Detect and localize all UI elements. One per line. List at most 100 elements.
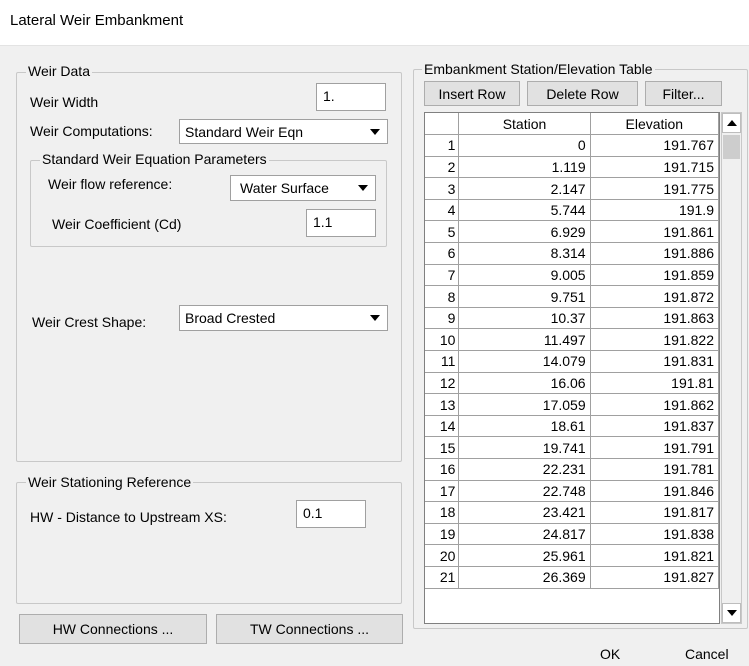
station-cell[interactable]: 26.369 [458, 566, 591, 589]
table-row[interactable]: 6 8.314 191.886 [425, 242, 719, 265]
station-cell[interactable]: 17.059 [458, 393, 591, 416]
table-row[interactable]: 2 1.119 191.715 [425, 156, 719, 179]
filter-button[interactable]: Filter... [645, 81, 722, 106]
elevation-cell[interactable]: 191.846 [590, 480, 719, 503]
elevation-cell[interactable]: 191.861 [590, 220, 719, 244]
elevation-cell[interactable]: 191.822 [590, 328, 719, 352]
station-cell[interactable]: 1.119 [458, 156, 591, 179]
weir-width-input[interactable]: 1. [316, 83, 386, 111]
station-cell[interactable]: 11.497 [458, 328, 591, 352]
elevation-cell[interactable]: 191.837 [590, 415, 719, 438]
station-cell[interactable]: 23.421 [458, 501, 591, 524]
station-cell[interactable]: 24.817 [458, 523, 591, 546]
station-cell[interactable]: 9.005 [458, 264, 591, 287]
weir-flow-reference-select[interactable]: Water Surface [230, 175, 376, 201]
elevation-cell[interactable]: 191.775 [590, 177, 719, 200]
std-weir-params-legend: Standard Weir Equation Parameters [40, 151, 269, 167]
weir-computations-value: Standard Weir Eqn [185, 124, 304, 140]
station-cell[interactable]: 14.079 [458, 350, 591, 373]
station-cell[interactable]: 22.231 [458, 458, 591, 481]
table-row[interactable]: 21 26.369 191.827 [425, 566, 719, 589]
elevation-cell[interactable]: 191.827 [590, 566, 719, 589]
station-cell[interactable]: 10.37 [458, 307, 591, 330]
elevation-cell[interactable]: 191.817 [590, 501, 719, 524]
scroll-up-icon[interactable] [722, 113, 741, 133]
elevation-cell[interactable]: 191.821 [590, 544, 719, 567]
insert-row-button[interactable]: Insert Row [424, 81, 520, 106]
table-row[interactable]: 9 10.37 191.863 [425, 307, 719, 330]
elevation-cell[interactable]: 191.81 [590, 372, 719, 395]
station-cell[interactable]: 25.961 [458, 544, 591, 567]
tw-connections-button[interactable]: TW Connections ... [216, 614, 403, 644]
table-row[interactable]: 16 22.231 191.781 [425, 458, 719, 481]
weir-coefficient-input[interactable]: 1.1 [306, 209, 376, 237]
row-number-cell: 3 [425, 177, 460, 200]
table-row[interactable]: 17 22.748 191.846 [425, 480, 719, 503]
ok-button[interactable]: OK [600, 646, 620, 662]
elevation-cell[interactable]: 191.767 [590, 134, 719, 157]
row-number-cell: 19 [425, 523, 460, 546]
station-cell[interactable]: 18.61 [458, 415, 591, 438]
table-row[interactable]: 8 9.751 191.872 [425, 285, 719, 308]
station-cell[interactable]: 22.748 [458, 480, 591, 503]
table-row[interactable]: 5 6.929 191.861 [425, 220, 719, 244]
hw-distance-input[interactable]: 0.1 [296, 500, 366, 528]
weir-width-label: Weir Width [30, 94, 99, 110]
table-row[interactable]: 14 18.61 191.837 [425, 415, 719, 438]
chevron-down-icon[interactable] [352, 177, 374, 199]
table-row[interactable]: 10 11.497 191.822 [425, 328, 719, 352]
station-cell[interactable]: 6.929 [458, 220, 591, 244]
row-number-cell: 20 [425, 544, 460, 567]
station-cell[interactable]: 2.147 [458, 177, 591, 200]
elevation-cell[interactable]: 191.862 [590, 393, 719, 416]
elevation-cell[interactable]: 191.9 [590, 199, 719, 222]
row-number-cell: 1 [425, 134, 460, 157]
table-row[interactable]: 20 25.961 191.821 [425, 544, 719, 567]
station-elevation-grid[interactable]: Station Elevation 1 0 191.767 2 1.119 191.715… [424, 112, 720, 624]
table-row[interactable]: 7 9.005 191.859 [425, 264, 719, 287]
table-row[interactable]: 12 16.06 191.81 [425, 372, 719, 395]
hw-connections-button[interactable]: HW Connections ... [19, 614, 207, 644]
weir-crest-shape-label: Weir Crest Shape: [32, 314, 147, 330]
table-header-row: Station Elevation [425, 113, 719, 136]
elevation-cell[interactable]: 191.838 [590, 523, 719, 546]
table-scrollbar[interactable] [721, 112, 742, 624]
scroll-thumb[interactable] [723, 135, 740, 159]
title-bar: Lateral Weir Embankment [0, 0, 749, 46]
elevation-cell[interactable]: 191.715 [590, 156, 719, 179]
table-row[interactable]: 19 24.817 191.838 [425, 523, 719, 546]
table-row[interactable]: 1 0 191.767 [425, 134, 719, 157]
station-cell[interactable]: 9.751 [458, 285, 591, 308]
scroll-down-icon[interactable] [722, 603, 741, 623]
row-number-cell: 11 [425, 350, 460, 373]
station-cell[interactable]: 8.314 [458, 242, 591, 265]
chevron-down-icon[interactable] [364, 121, 386, 142]
table-row[interactable]: 13 17.059 191.862 [425, 393, 719, 416]
table-row[interactable]: 4 5.744 191.9 [425, 199, 719, 222]
table-row[interactable]: 18 23.421 191.817 [425, 501, 719, 524]
weir-computations-select[interactable]: Standard Weir Eqn [179, 119, 388, 144]
elevation-cell[interactable]: 191.859 [590, 264, 719, 287]
weir-crest-shape-select[interactable]: Broad Crested [179, 305, 388, 331]
elevation-cell[interactable]: 191.872 [590, 285, 719, 308]
row-number-cell: 14 [425, 415, 460, 438]
elevation-cell[interactable]: 191.831 [590, 350, 719, 373]
table-row[interactable]: 3 2.147 191.775 [425, 177, 719, 200]
delete-row-button[interactable]: Delete Row [527, 81, 638, 106]
table-row[interactable]: 15 19.741 191.791 [425, 436, 719, 459]
station-cell[interactable]: 5.744 [458, 199, 591, 222]
weir-flow-reference-value: Water Surface [240, 180, 329, 196]
station-cell[interactable]: 16.06 [458, 372, 591, 395]
table-row[interactable]: 11 14.079 191.831 [425, 350, 719, 373]
station-cell[interactable]: 0 [458, 134, 591, 157]
elevation-header[interactable]: Elevation [590, 113, 719, 136]
weir-stationing-legend: Weir Stationing Reference [26, 474, 194, 490]
cancel-button[interactable]: Cancel [685, 646, 729, 662]
station-cell[interactable]: 19.741 [458, 436, 591, 459]
elevation-cell[interactable]: 191.863 [590, 307, 719, 330]
elevation-cell[interactable]: 191.886 [590, 242, 719, 265]
chevron-down-icon[interactable] [364, 307, 386, 329]
elevation-cell[interactable]: 191.791 [590, 436, 719, 459]
station-header[interactable]: Station [458, 113, 591, 136]
elevation-cell[interactable]: 191.781 [590, 458, 719, 481]
